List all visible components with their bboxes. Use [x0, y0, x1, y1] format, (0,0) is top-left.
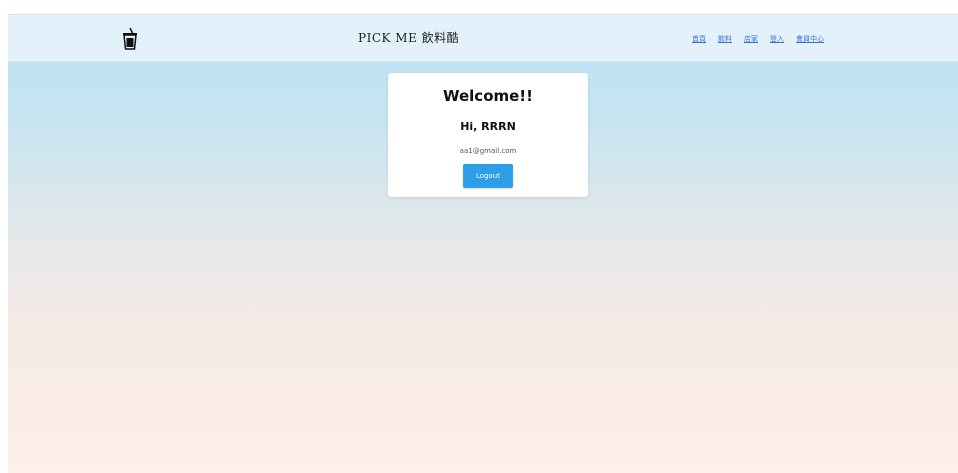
navbar: PICK ME 飲料酷 首頁 飲料 店家 登入 會員中心	[8, 15, 958, 62]
nav-links: 首頁 飲料 店家 登入 會員中心	[692, 34, 824, 46]
nav-link-drinks[interactable]: 飲料	[718, 34, 732, 46]
welcome-title: Welcome!!	[442, 87, 533, 105]
nav-link-home[interactable]: 首頁	[692, 34, 706, 46]
site-brand[interactable]: PICK ME 飲料酷	[358, 29, 498, 47]
page-frame: PICK ME 飲料酷 首頁 飲料 店家 登入 會員中心 Welcome!! H…	[8, 14, 958, 473]
profile-card: Welcome!! Hi, RRRN aa1@gmail.com Logout	[388, 73, 588, 197]
nav-link-stores[interactable]: 店家	[744, 34, 758, 46]
cup-drink-icon[interactable]	[121, 27, 139, 51]
nav-link-login[interactable]: 登入	[770, 34, 784, 46]
logout-button[interactable]: Logout	[463, 164, 513, 188]
user-greeting: Hi, RRRN	[460, 120, 516, 133]
user-email: aa1@gmail.com	[459, 147, 517, 155]
nav-link-member-center[interactable]: 會員中心	[796, 34, 824, 46]
